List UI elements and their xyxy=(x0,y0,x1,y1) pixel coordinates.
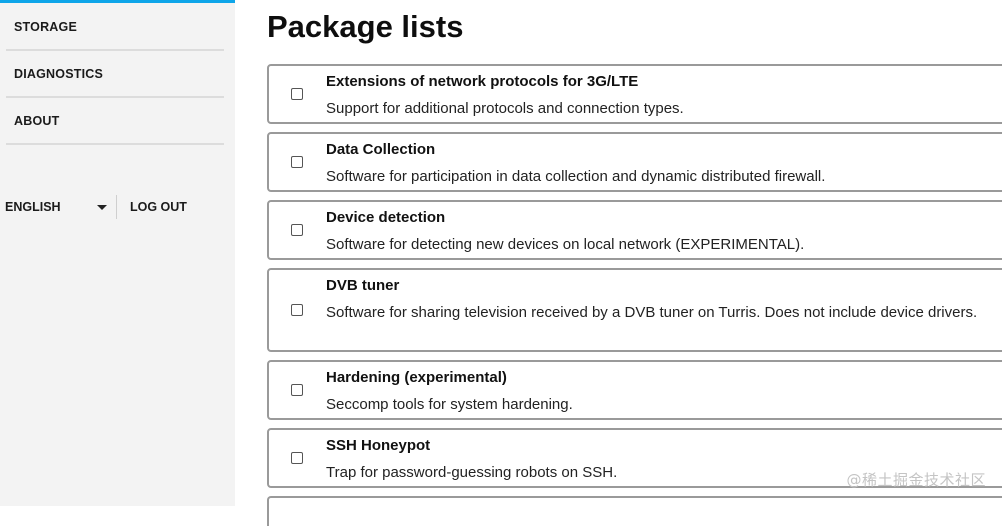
package-checkbox[interactable] xyxy=(291,304,303,316)
package-title: DVB tuner xyxy=(326,277,400,294)
language-logout-row: ENGLISH LOG OUT xyxy=(0,195,230,221)
sidebar-item-storage[interactable]: STORAGE xyxy=(6,5,224,51)
divider xyxy=(116,195,117,219)
package-title: Hardening (experimental) xyxy=(326,369,507,386)
sidebar-item-about[interactable]: ABOUT xyxy=(6,99,224,145)
package-description: Software for detecting new devices on lo… xyxy=(326,236,805,253)
sidebar: STORAGE DIAGNOSTICS ABOUT ENGLISH LOG OU… xyxy=(0,0,235,506)
sidebar-item-diagnostics[interactable]: DIAGNOSTICS xyxy=(6,52,224,98)
package-title: SSH Honeypot xyxy=(326,437,431,454)
sidebar-item-label: DIAGNOSTICS xyxy=(14,67,104,81)
package-checkbox[interactable] xyxy=(291,224,303,236)
package-description: Software for sharing television received… xyxy=(326,304,978,321)
logout-label: LOG OUT xyxy=(130,200,187,214)
sidebar-item-label: STORAGE xyxy=(14,20,77,34)
package-card-dvb-tuner[interactable]: DVB tuner Software for sharing televisio… xyxy=(267,268,1002,352)
package-checkbox[interactable] xyxy=(291,156,303,168)
watermark: @稀土掘金技术社区 xyxy=(846,471,986,489)
package-checkbox[interactable] xyxy=(291,88,303,100)
package-checkbox[interactable] xyxy=(291,452,303,464)
language-select[interactable]: ENGLISH xyxy=(5,195,109,219)
package-description: Support for additional protocols and con… xyxy=(326,100,684,117)
package-card-3g-lte[interactable]: Extensions of network protocols for 3G/L… xyxy=(267,64,1002,124)
package-title: Extensions of network protocols for 3G/L… xyxy=(326,73,639,90)
package-card-data-collection[interactable]: Data Collection Software for participati… xyxy=(267,132,1002,192)
package-description: Seccomp tools for system hardening. xyxy=(326,396,573,413)
page-title: Package lists xyxy=(267,9,464,44)
package-card-partial[interactable] xyxy=(267,496,1002,526)
package-checkbox[interactable] xyxy=(291,384,303,396)
sidebar-item-label: ABOUT xyxy=(14,114,60,128)
language-selected-value: ENGLISH xyxy=(5,200,61,214)
package-card-device-detection[interactable]: Device detection Software for detecting … xyxy=(267,200,1002,260)
package-title: Data Collection xyxy=(326,141,436,158)
package-title: Device detection xyxy=(326,209,446,226)
package-description: Software for participation in data colle… xyxy=(326,168,826,185)
chevron-down-icon xyxy=(97,205,107,210)
logout-button[interactable]: LOG OUT xyxy=(130,195,187,219)
package-card-hardening[interactable]: Hardening (experimental) Seccomp tools f… xyxy=(267,360,1002,420)
